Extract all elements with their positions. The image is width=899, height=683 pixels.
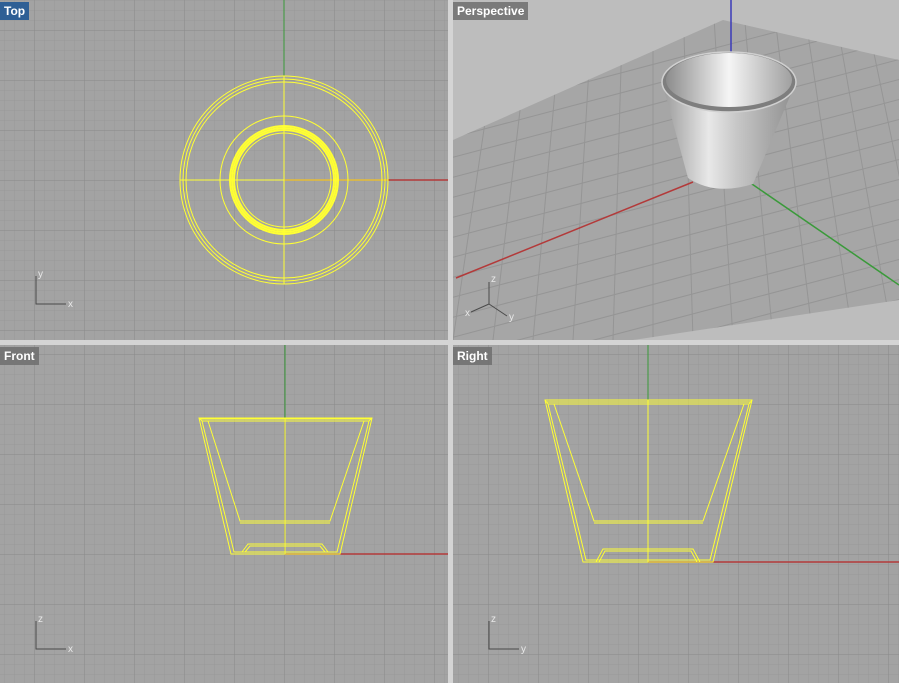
gizmo-h-label: x — [68, 644, 73, 655]
grid-major — [453, 345, 899, 683]
viewport-perspective[interactable]: z y x Perspective — [453, 0, 899, 340]
viewport-title-front[interactable]: Front — [0, 347, 39, 365]
perspective-canvas[interactable]: z y x — [453, 0, 899, 340]
gizmo-x-label: x — [465, 308, 470, 319]
viewport-title-top[interactable]: Top — [0, 2, 30, 20]
viewport-right[interactable]: y z Right — [453, 345, 899, 683]
grid-major — [0, 0, 448, 340]
gizmo-y-label: y — [509, 312, 514, 323]
grid-major — [0, 345, 448, 683]
gizmo-y-label: y — [38, 269, 43, 280]
viewport-title-perspective[interactable]: Perspective — [453, 2, 529, 20]
viewport-title-right[interactable]: Right — [453, 347, 492, 365]
gizmo-x-label: x — [68, 299, 73, 310]
right-canvas[interactable]: y z — [453, 345, 899, 683]
gizmo-z-label: z — [491, 274, 496, 285]
gizmo-v-label: z — [491, 614, 496, 625]
top-canvas[interactable]: x y — [0, 0, 448, 340]
viewport-top[interactable]: x y Top — [0, 0, 448, 340]
gizmo-h-label: y — [521, 644, 526, 655]
viewport-front[interactable]: x z Front — [0, 345, 448, 683]
gizmo-v-label: z — [38, 614, 43, 625]
front-canvas[interactable]: x z — [0, 345, 448, 683]
